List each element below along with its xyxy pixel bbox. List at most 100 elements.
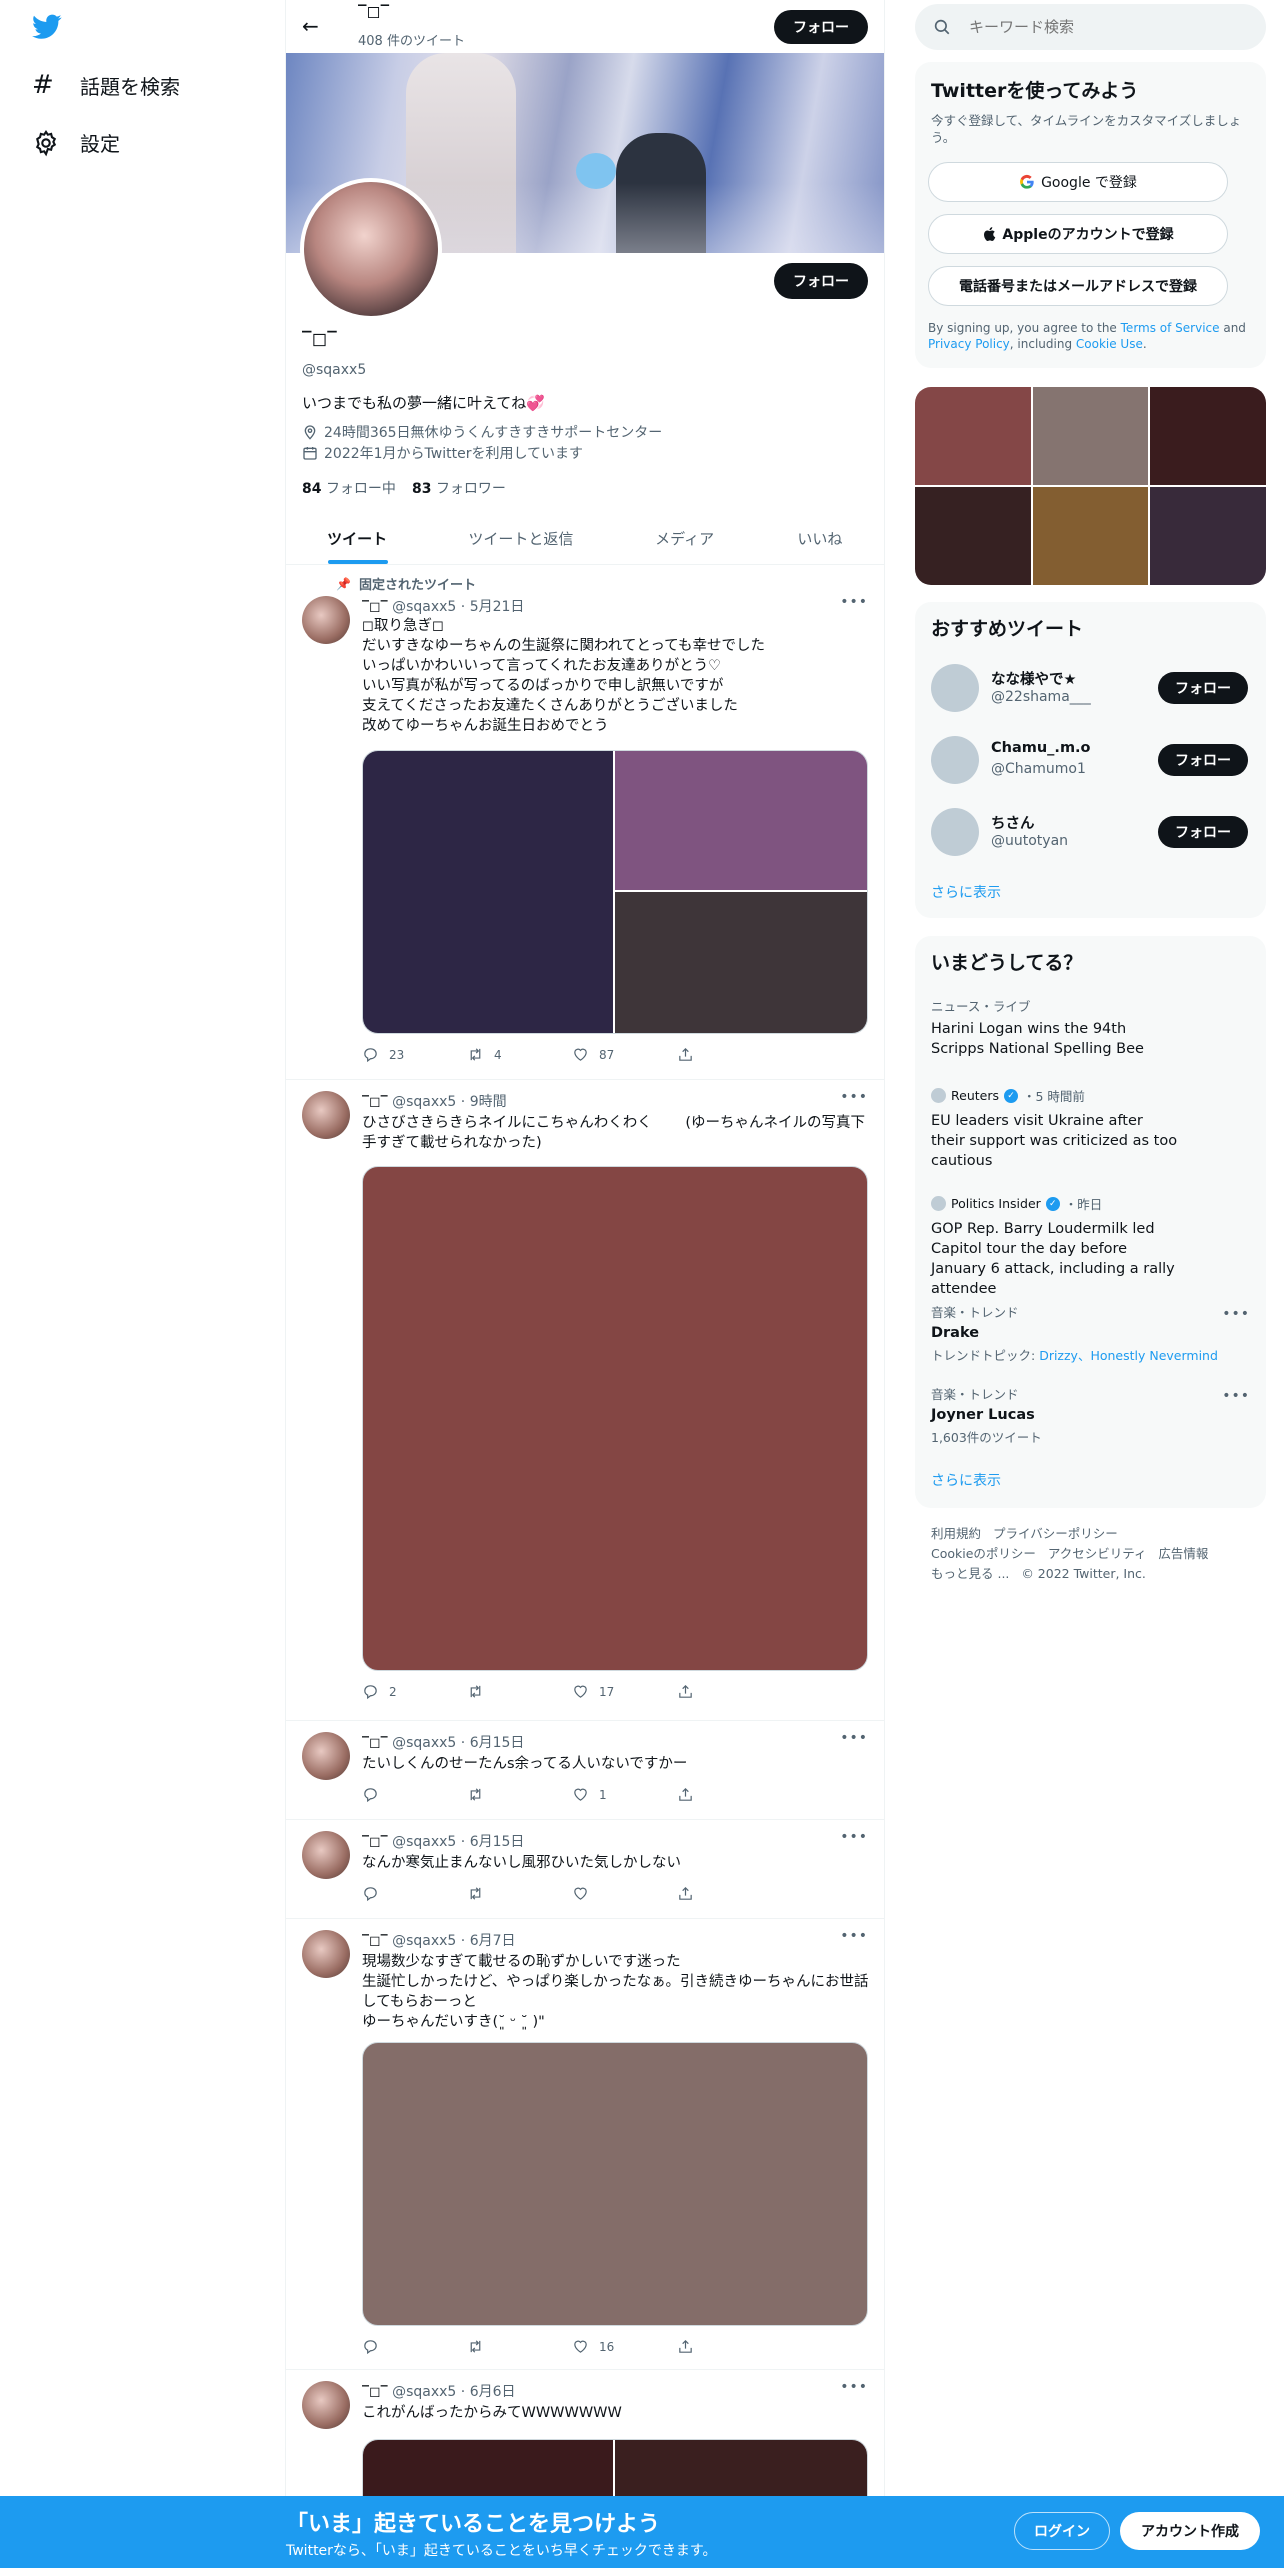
avatar[interactable] [302, 2381, 350, 2429]
trend-topics[interactable]: Drizzy、Honestly Nevermind [1039, 1348, 1218, 1363]
more-options-icon[interactable]: ••• [840, 1089, 868, 1105]
media-thumbnail[interactable] [915, 487, 1031, 585]
header-follow-button[interactable]: フォロー [774, 10, 868, 44]
tweet-time[interactable]: 6月15日 [470, 1834, 525, 1850]
tweet-4[interactable]: ‾◻‾ @sqaxx5 · 6月15日 ••• なんか寒気止まんないし風邪ひいた… [286, 1821, 884, 1919]
banner-login-button[interactable]: ログイン [1014, 2512, 1110, 2550]
followers-link[interactable]: 83 フォロワー [412, 478, 506, 498]
tab-tweets[interactable]: ツイート [286, 512, 428, 564]
banner-signup-button[interactable]: アカウント作成 [1120, 2512, 1260, 2550]
following-link[interactable]: 84 フォロー中 [302, 478, 396, 498]
tweet-author-name[interactable]: ‾◻‾ [362, 1933, 388, 1949]
google-signup-button[interactable]: Google で登録 [928, 162, 1228, 202]
recommend-user[interactable]: なな様やで★ @22shama___ フォロー [915, 658, 1266, 726]
trend-item[interactable]: ニュース・ライブ Harini Logan wins the 94th Scri… [931, 996, 1251, 1059]
recommend-follow-button[interactable]: フォロー [1158, 672, 1248, 704]
share-button[interactable] [677, 1885, 782, 1902]
more-options-icon[interactable]: ••• [840, 1829, 868, 1845]
recommend-user[interactable]: Chamu_.m.o @Chamumo1 フォロー [915, 730, 1266, 798]
reply-button[interactable]: 2 [362, 1683, 467, 1700]
recommend-follow-button[interactable]: フォロー [1158, 816, 1248, 848]
trends-show-more[interactable]: さらに表示 [931, 1470, 1001, 1490]
footer-link[interactable]: プライバシーポリシー [993, 1526, 1118, 1541]
more-options-icon[interactable]: ••• [840, 594, 868, 610]
media-thumbnail[interactable] [1032, 387, 1149, 485]
footer-link[interactable]: アクセシビリティ [1048, 1546, 1147, 1561]
tab-media[interactable]: メディア [613, 512, 755, 564]
recommend-follow-button[interactable]: フォロー [1158, 744, 1248, 776]
more-options-icon[interactable]: ••• [840, 1730, 868, 1746]
footer-link[interactable]: 広告情報 [1158, 1546, 1208, 1561]
tweet-time[interactable]: 6月6日 [470, 2384, 516, 2400]
profile-avatar[interactable] [300, 178, 442, 320]
tweet-author-handle[interactable]: @sqaxx5 [392, 2384, 456, 2400]
avatar[interactable] [302, 596, 350, 644]
tweet-media[interactable] [362, 2042, 868, 2326]
tweet-author-handle[interactable]: @sqaxx5 [392, 1933, 456, 1949]
tweet-2[interactable]: ‾◻‾ @sqaxx5 · 9時間 ••• ひさびさきらきらネイルにこちゃんわく… [286, 1081, 884, 1721]
media-image[interactable] [615, 751, 867, 892]
tweet-author-name[interactable]: ‾◻‾ [362, 1094, 388, 1110]
profile-follow-button[interactable]: フォロー [774, 263, 868, 299]
tweet-author-name[interactable]: ‾◻‾ [362, 2384, 388, 2400]
retweet-button[interactable]: 4 [467, 1046, 572, 1063]
more-options-icon[interactable]: ••• [1222, 1306, 1250, 1322]
more-options-icon[interactable]: ••• [1222, 1388, 1250, 1404]
tweet-media[interactable] [362, 1166, 868, 1671]
footer-link[interactable]: もっと見る ... [931, 1566, 1009, 1581]
tweet-time[interactable]: 9時間 [470, 1094, 507, 1110]
reply-button[interactable] [362, 2338, 467, 2355]
share-button[interactable] [677, 2338, 782, 2355]
like-button[interactable]: 16 [572, 2338, 677, 2355]
recommend-user[interactable]: ちさん @uutotyan フォロー [915, 802, 1266, 870]
cookie-link[interactable]: Cookie Use [1076, 337, 1143, 351]
tweet-author-handle[interactable]: @sqaxx5 [392, 1834, 456, 1850]
tweet-author-name[interactable]: ‾◻‾ [362, 1834, 388, 1850]
tweet-5[interactable]: ‾◻‾ @sqaxx5 · 6月7日 ••• 現場数少なすぎて載せるの恥ずかしい… [286, 1920, 884, 2370]
avatar[interactable] [302, 1732, 350, 1780]
tweet-time[interactable]: 6月15日 [470, 1735, 525, 1751]
media-thumbnail[interactable] [1032, 487, 1149, 585]
avatar[interactable] [302, 1091, 350, 1139]
tweet-time[interactable]: 5月21日 [470, 599, 525, 615]
footer-link[interactable]: Cookieのポリシー [931, 1546, 1036, 1561]
reply-button[interactable]: 23 [362, 1046, 467, 1063]
trend-item[interactable]: Reuters ✓ ・5 時間前 EU leaders visit Ukrain… [931, 1086, 1251, 1171]
tweet-author-handle[interactable]: @sqaxx5 [392, 1735, 456, 1751]
more-options-icon[interactable]: ••• [840, 1928, 868, 1944]
media-thumbnail[interactable] [1150, 387, 1266, 485]
avatar[interactable] [931, 664, 979, 712]
reply-button[interactable] [362, 1786, 467, 1803]
avatar[interactable] [931, 808, 979, 856]
retweet-button[interactable] [467, 1885, 572, 1902]
tweet-3[interactable]: ‾◻‾ @sqaxx5 · 6月15日 ••• たいしくんのせーたんs余ってる人… [286, 1722, 884, 1820]
trend-item[interactable]: 音楽・トレンド Drake トレンドトピック: Drizzy、Honestly … [931, 1302, 1251, 1364]
avatar[interactable] [302, 1831, 350, 1879]
retweet-button[interactable] [467, 2338, 572, 2355]
like-button[interactable]: 17 [572, 1683, 677, 1700]
recommend-show-more[interactable]: さらに表示 [931, 882, 1001, 902]
tweet-author-handle[interactable]: @sqaxx5 [392, 1094, 456, 1110]
tweet-1[interactable]: 📌 固定されたツイート ‾◻‾ @sqaxx5 · 5月21日 ••• ◻取り急… [286, 566, 884, 1080]
more-options-icon[interactable]: ••• [840, 2379, 868, 2395]
media-thumbnail[interactable] [1150, 487, 1266, 585]
media-image[interactable] [363, 751, 615, 1033]
share-button[interactable] [677, 1786, 782, 1803]
like-button[interactable]: 87 [572, 1046, 677, 1063]
tab-replies[interactable]: ツイートと返信 [428, 512, 613, 564]
tweet-media[interactable] [362, 750, 868, 1034]
tweet-author-handle[interactable]: @sqaxx5 [392, 599, 456, 615]
privacy-link[interactable]: Privacy Policy [928, 337, 1010, 351]
media-thumbnail[interactable] [915, 387, 1031, 485]
retweet-button[interactable] [467, 1683, 572, 1700]
nav-settings[interactable]: 設定 [32, 128, 120, 157]
back-arrow-icon[interactable]: ← [302, 14, 319, 38]
trend-item[interactable]: Politics Insider ✓ ・昨日 GOP Rep. Barry Lo… [931, 1194, 1251, 1299]
retweet-button[interactable] [467, 1786, 572, 1803]
tweet-time[interactable]: 6月7日 [470, 1933, 516, 1949]
tweet-author-name[interactable]: ‾◻‾ [362, 1735, 388, 1751]
like-button[interactable] [572, 1885, 677, 1902]
share-button[interactable] [677, 1683, 782, 1700]
search-input[interactable] [969, 18, 1239, 36]
apple-signup-button[interactable]: Appleのアカウントで登録 [928, 214, 1228, 254]
